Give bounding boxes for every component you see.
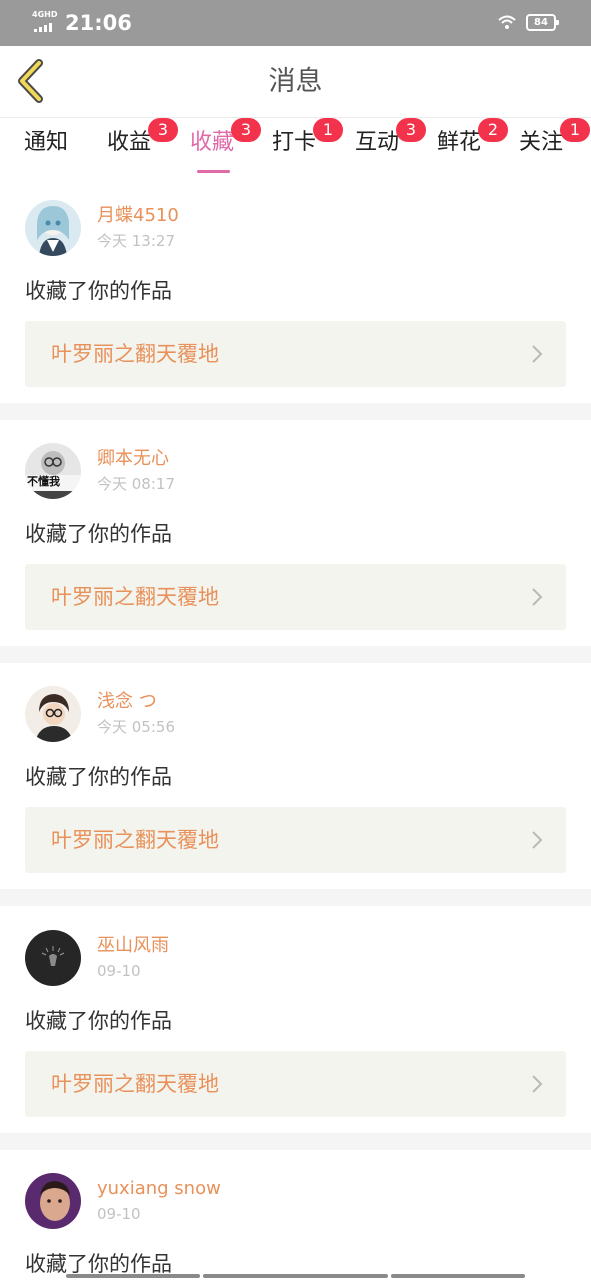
tab-label: 打卡 xyxy=(272,130,317,155)
tab-label: 关注 xyxy=(519,130,564,155)
tab-label: 鲜花 xyxy=(437,130,482,155)
avatar-image xyxy=(25,443,81,499)
tab-favorites[interactable]: 收藏 3 xyxy=(190,118,261,174)
gesture-bar xyxy=(0,1273,591,1280)
divider xyxy=(0,889,591,906)
status-bar: 4GHD 21:06 84 xyxy=(0,0,591,46)
nav-indicator xyxy=(66,1274,200,1278)
avatar[interactable]: 不懂我 xyxy=(25,443,81,499)
list-item: yuxiang snow 09-10 收藏了你的作品 xyxy=(0,1173,591,1280)
user-name[interactable]: 月蝶4510 xyxy=(97,204,179,228)
avatar-image xyxy=(25,930,81,986)
action-text: 收藏了你的作品 xyxy=(25,279,172,303)
wifi-icon xyxy=(498,15,516,29)
active-tab-indicator xyxy=(197,170,230,173)
divider xyxy=(0,1133,591,1150)
work-link[interactable]: 叶罗丽之翻天覆地 xyxy=(25,321,566,387)
tab-badge: 1 xyxy=(560,118,590,142)
tab-label: 通知 xyxy=(24,130,69,155)
chevron-right-icon xyxy=(532,345,543,363)
avatar[interactable] xyxy=(25,686,81,742)
tab-bar: 通知 收益 3 收藏 3 打卡 1 互动 3 鲜花 2 关注 1 xyxy=(0,118,591,174)
work-title: 叶罗丽之翻天覆地 xyxy=(51,585,219,609)
avatar-image xyxy=(25,200,81,256)
tab-earnings[interactable]: 收益 3 xyxy=(107,118,178,174)
work-link[interactable]: 叶罗丽之翻天覆地 xyxy=(25,807,566,873)
page-title: 消息 xyxy=(268,66,323,97)
action-text: 收藏了你的作品 xyxy=(25,522,172,546)
divider xyxy=(0,646,591,663)
work-link[interactable]: 叶罗丽之翻天覆地 xyxy=(25,564,566,630)
avatar-image xyxy=(25,1173,81,1229)
user-name[interactable]: 浅念 つ xyxy=(97,690,157,714)
battery-icon: 84 xyxy=(526,14,559,31)
work-title: 叶罗丽之翻天覆地 xyxy=(51,342,219,366)
tab-notify[interactable]: 通知 xyxy=(24,128,68,174)
avatar[interactable] xyxy=(25,930,81,986)
tab-label: 互动 xyxy=(355,130,400,155)
avatar-image xyxy=(25,686,81,742)
work-link[interactable]: 叶罗丽之翻天覆地 xyxy=(25,1051,566,1117)
avatar-caption: 不懂我 xyxy=(27,475,60,488)
list-item: 巫山风雨 09-10 收藏了你的作品 叶罗丽之翻天覆地 xyxy=(0,930,591,1156)
tab-follow[interactable]: 关注 1 xyxy=(519,118,590,174)
tab-interaction[interactable]: 互动 3 xyxy=(355,118,426,174)
timestamp: 今天 08:17 xyxy=(97,475,175,493)
tab-badge: 3 xyxy=(396,118,426,142)
tab-badge: 1 xyxy=(313,118,343,142)
action-text: 收藏了你的作品 xyxy=(25,1009,172,1033)
avatar[interactable] xyxy=(25,200,81,256)
nav-indicator xyxy=(391,1274,525,1278)
work-title: 叶罗丽之翻天覆地 xyxy=(51,1072,219,1096)
chevron-right-icon xyxy=(532,588,543,606)
tab-checkin[interactable]: 打卡 1 xyxy=(272,118,343,174)
list-item: 不懂我 卿本无心 今天 08:17 收藏了你的作品 叶罗丽之翻天覆地 xyxy=(0,443,591,669)
action-text: 收藏了你的作品 xyxy=(25,765,172,789)
tab-flowers[interactable]: 鲜花 2 xyxy=(437,118,508,174)
chevron-right-icon xyxy=(532,831,543,849)
tab-label: 收藏 xyxy=(190,130,235,155)
tab-badge: 3 xyxy=(148,118,178,142)
list-item: 月蝶4510 今天 13:27 收藏了你的作品 叶罗丽之翻天覆地 xyxy=(0,200,591,426)
user-name[interactable]: 卿本无心 xyxy=(97,447,169,471)
timestamp: 今天 13:27 xyxy=(97,232,175,250)
nav-indicator xyxy=(203,1274,388,1278)
timestamp: 09-10 xyxy=(97,962,141,980)
user-name[interactable]: 巫山风雨 xyxy=(97,934,169,958)
work-title: 叶罗丽之翻天覆地 xyxy=(51,828,219,852)
timestamp: 今天 05:56 xyxy=(97,718,175,736)
top-bar: 消息 xyxy=(0,46,591,118)
chevron-right-icon xyxy=(532,1075,543,1093)
network-type: 4GHD xyxy=(32,10,58,19)
divider xyxy=(0,403,591,420)
clock: 21:06 xyxy=(65,11,132,35)
tab-badge: 2 xyxy=(478,118,508,142)
list-item: 浅念 つ 今天 05:56 收藏了你的作品 叶罗丽之翻天覆地 xyxy=(0,686,591,912)
avatar[interactable] xyxy=(25,1173,81,1229)
timestamp: 09-10 xyxy=(97,1205,141,1223)
signal-icon: 4GHD xyxy=(32,10,58,32)
tab-badge: 3 xyxy=(231,118,261,142)
user-name[interactable]: yuxiang snow xyxy=(97,1177,221,1201)
tab-label: 收益 xyxy=(107,130,152,155)
